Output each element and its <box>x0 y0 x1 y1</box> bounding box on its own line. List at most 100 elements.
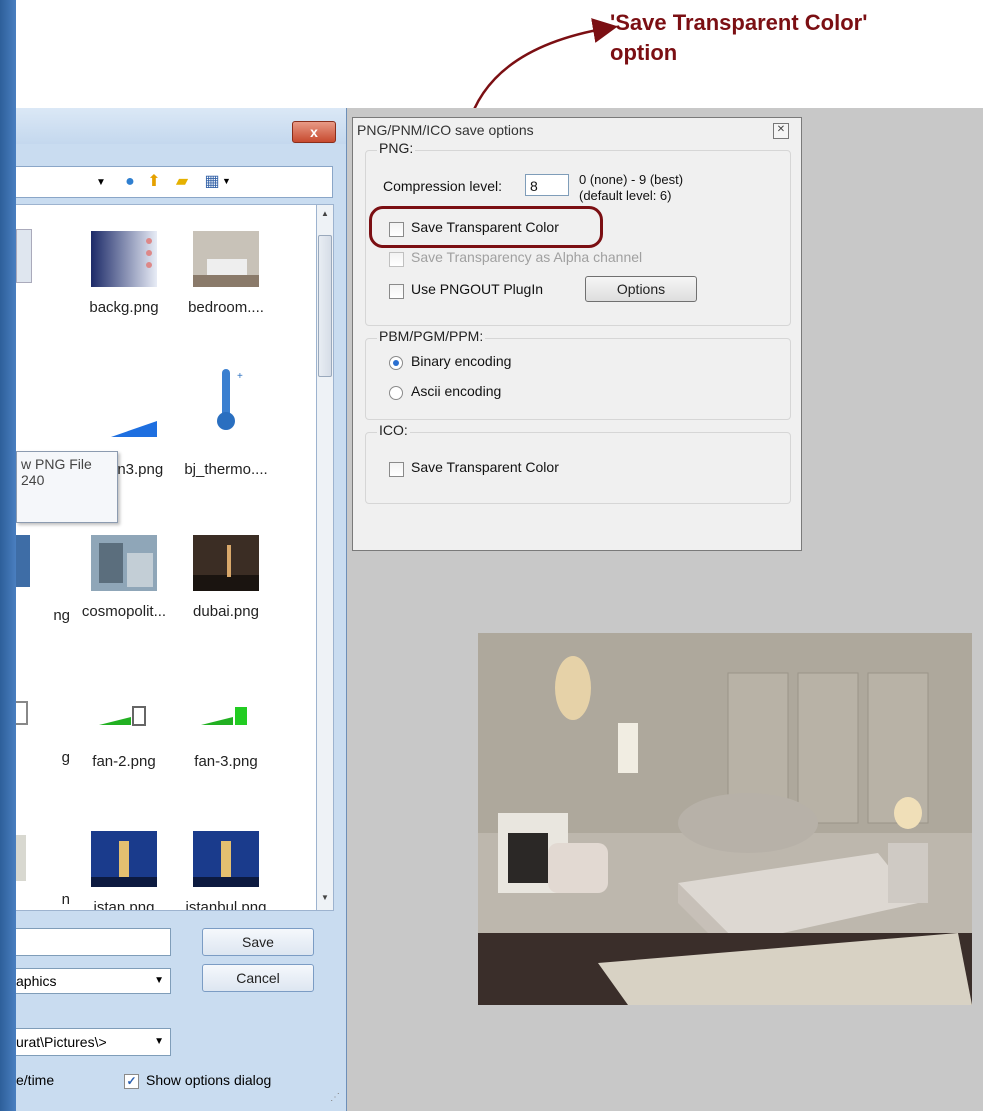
chevron-down-icon[interactable]: ▼ <box>222 176 231 186</box>
chevron-down-icon[interactable]: ▼ <box>96 177 106 188</box>
file-item[interactable]: bedroom.... <box>176 231 276 316</box>
file-item[interactable]: fan-3.png <box>176 685 276 770</box>
location-bar[interactable]: ▼ ● ⬆ ▰ ▦ ▼ <box>16 166 333 198</box>
file-item[interactable]: istan.png <box>74 831 174 911</box>
show-options-label: Show options dialog <box>146 1072 272 1088</box>
compression-label: Compression level: <box>383 178 503 194</box>
binary-encoding-radio[interactable] <box>389 356 403 370</box>
scroll-thumb[interactable] <box>318 235 332 377</box>
scroll-up-icon[interactable]: ▲ <box>320 209 330 219</box>
thumbnail <box>193 231 259 287</box>
file-item[interactable]: ng <box>16 607 70 624</box>
file-item[interactable]: n <box>16 891 70 908</box>
chevron-down-icon[interactable]: ▼ <box>154 969 164 993</box>
ico-save-transparent-label: Save Transparent Color <box>411 459 559 475</box>
file-name: bj_thermo.... <box>184 461 268 478</box>
up-folder-icon[interactable]: ⬆ <box>144 172 164 192</box>
save-file-dialog: x ▼ ● ⬆ ▰ ▦ ▼ backg.png bedroom.... ng b… <box>16 108 347 1111</box>
view-menu-icon[interactable]: ▦ <box>202 172 222 192</box>
thumbnail <box>16 701 28 725</box>
annotation-callout: 'Save Transparent Color' option <box>610 8 867 68</box>
thumbnail <box>91 831 157 887</box>
pbm-group <box>365 338 791 420</box>
save-transparent-color-checkbox[interactable] <box>389 222 404 237</box>
file-item[interactable]: istanbul.png <box>176 831 276 911</box>
thumbnail <box>16 535 30 587</box>
file-item[interactable]: backg.png <box>74 231 174 316</box>
tooltip-line-1: w PNG File <box>21 456 92 472</box>
compression-default-hint: (default level: 6) <box>579 188 672 203</box>
filename-input[interactable] <box>16 928 171 956</box>
file-name: cosmopolit... <box>81 603 167 620</box>
tooltip-line-2: 240 <box>21 472 45 488</box>
annotation-line-1: 'Save Transparent Color' <box>610 10 868 35</box>
thumbnail <box>193 535 259 591</box>
file-item[interactable]: + bj_thermo.... <box>176 365 276 478</box>
thumbnail <box>111 421 157 437</box>
close-button[interactable]: x <box>292 121 336 143</box>
file-name: istan.png <box>93 899 155 911</box>
checkmark-icon: ✓ <box>126 1074 137 1088</box>
chevron-down-icon[interactable]: ▼ <box>154 1029 164 1055</box>
filetype-select[interactable]: aphics ▼ <box>16 968 171 994</box>
pbm-group-label: PBM/PGM/PPM: <box>377 328 486 344</box>
thumbnail: + <box>217 369 243 430</box>
file-name: fan-3.png <box>194 753 258 770</box>
dialog-title: PNG/PNM/ICO save options <box>357 122 534 138</box>
annotation-line-2: option <box>610 40 678 65</box>
image-preview <box>478 633 972 1005</box>
thumbnail <box>16 229 32 283</box>
file-tooltip: w PNG File 240 <box>16 451 118 523</box>
thumbnail <box>99 706 146 726</box>
ascii-encoding-radio[interactable] <box>389 386 403 400</box>
new-folder-icon[interactable]: ▰ <box>172 172 192 192</box>
radio-dot-icon <box>393 360 399 366</box>
thumbnail <box>91 535 157 591</box>
png-group-label: PNG: <box>377 140 416 156</box>
ico-group-label: ICO: <box>377 422 410 438</box>
thumbnail <box>201 707 247 725</box>
thumbnail <box>91 231 157 287</box>
alpha-channel-label: Save Transparency as Alpha channel <box>411 249 643 265</box>
binary-encoding-label: Binary encoding <box>411 353 512 369</box>
back-icon[interactable]: ● <box>120 172 140 192</box>
file-name: istanbul.png <box>185 899 267 911</box>
file-list: backg.png bedroom.... ng bj_fan3.png + b… <box>16 204 317 911</box>
compression-input[interactable]: 8 <box>525 174 569 196</box>
resize-grip-icon[interactable]: ⋰ <box>330 1092 340 1103</box>
path-select[interactable]: urat\Pictures\> ▼ <box>16 1028 171 1056</box>
datetime-label: e/time <box>16 1072 55 1088</box>
compression-range-hint: 0 (none) - 9 (best) <box>579 172 684 187</box>
file-list-scrollbar[interactable]: ▲ ▼ <box>316 204 334 911</box>
file-item[interactable]: cosmopolit... <box>74 535 174 620</box>
save-transparent-color-label: Save Transparent Color <box>411 219 559 235</box>
close-icon[interactable]: ✕ <box>773 123 789 139</box>
thumbnail <box>193 831 259 887</box>
path-value: urat\Pictures\> <box>16 1034 107 1050</box>
desktop-edge <box>0 0 16 1111</box>
pngout-plugin-checkbox[interactable] <box>389 284 404 299</box>
file-name: fan-2.png <box>92 753 156 770</box>
ico-save-transparent-checkbox[interactable] <box>389 462 404 477</box>
file-name: dubai.png <box>193 603 259 620</box>
filetype-value: aphics <box>16 973 57 989</box>
file-item[interactable]: fan-2.png <box>74 685 174 770</box>
save-button[interactable]: Save <box>202 928 314 956</box>
file-item[interactable]: dubai.png <box>176 535 276 620</box>
cancel-button[interactable]: Cancel <box>202 964 314 992</box>
file-item[interactable]: g <box>16 749 70 766</box>
alpha-channel-checkbox <box>389 252 404 267</box>
file-name: n <box>61 891 70 908</box>
png-save-options-dialog: PNG/PNM/ICO save options ✕ PNG: Compress… <box>352 117 802 551</box>
scroll-down-icon[interactable]: ▼ <box>320 893 330 903</box>
pngout-plugin-label: Use PNGOUT PlugIn <box>411 281 544 297</box>
dialog-titlebar: x <box>16 108 346 144</box>
file-name: g <box>61 749 70 766</box>
pngout-options-button[interactable]: Options <box>585 276 697 302</box>
svg-text:+: + <box>237 371 243 382</box>
show-options-checkbox[interactable]: ✓ <box>124 1074 139 1089</box>
file-name: ng <box>53 607 70 624</box>
thumbnail <box>16 835 26 881</box>
ascii-encoding-label: Ascii encoding <box>411 383 502 399</box>
file-name: backg.png <box>89 299 159 316</box>
